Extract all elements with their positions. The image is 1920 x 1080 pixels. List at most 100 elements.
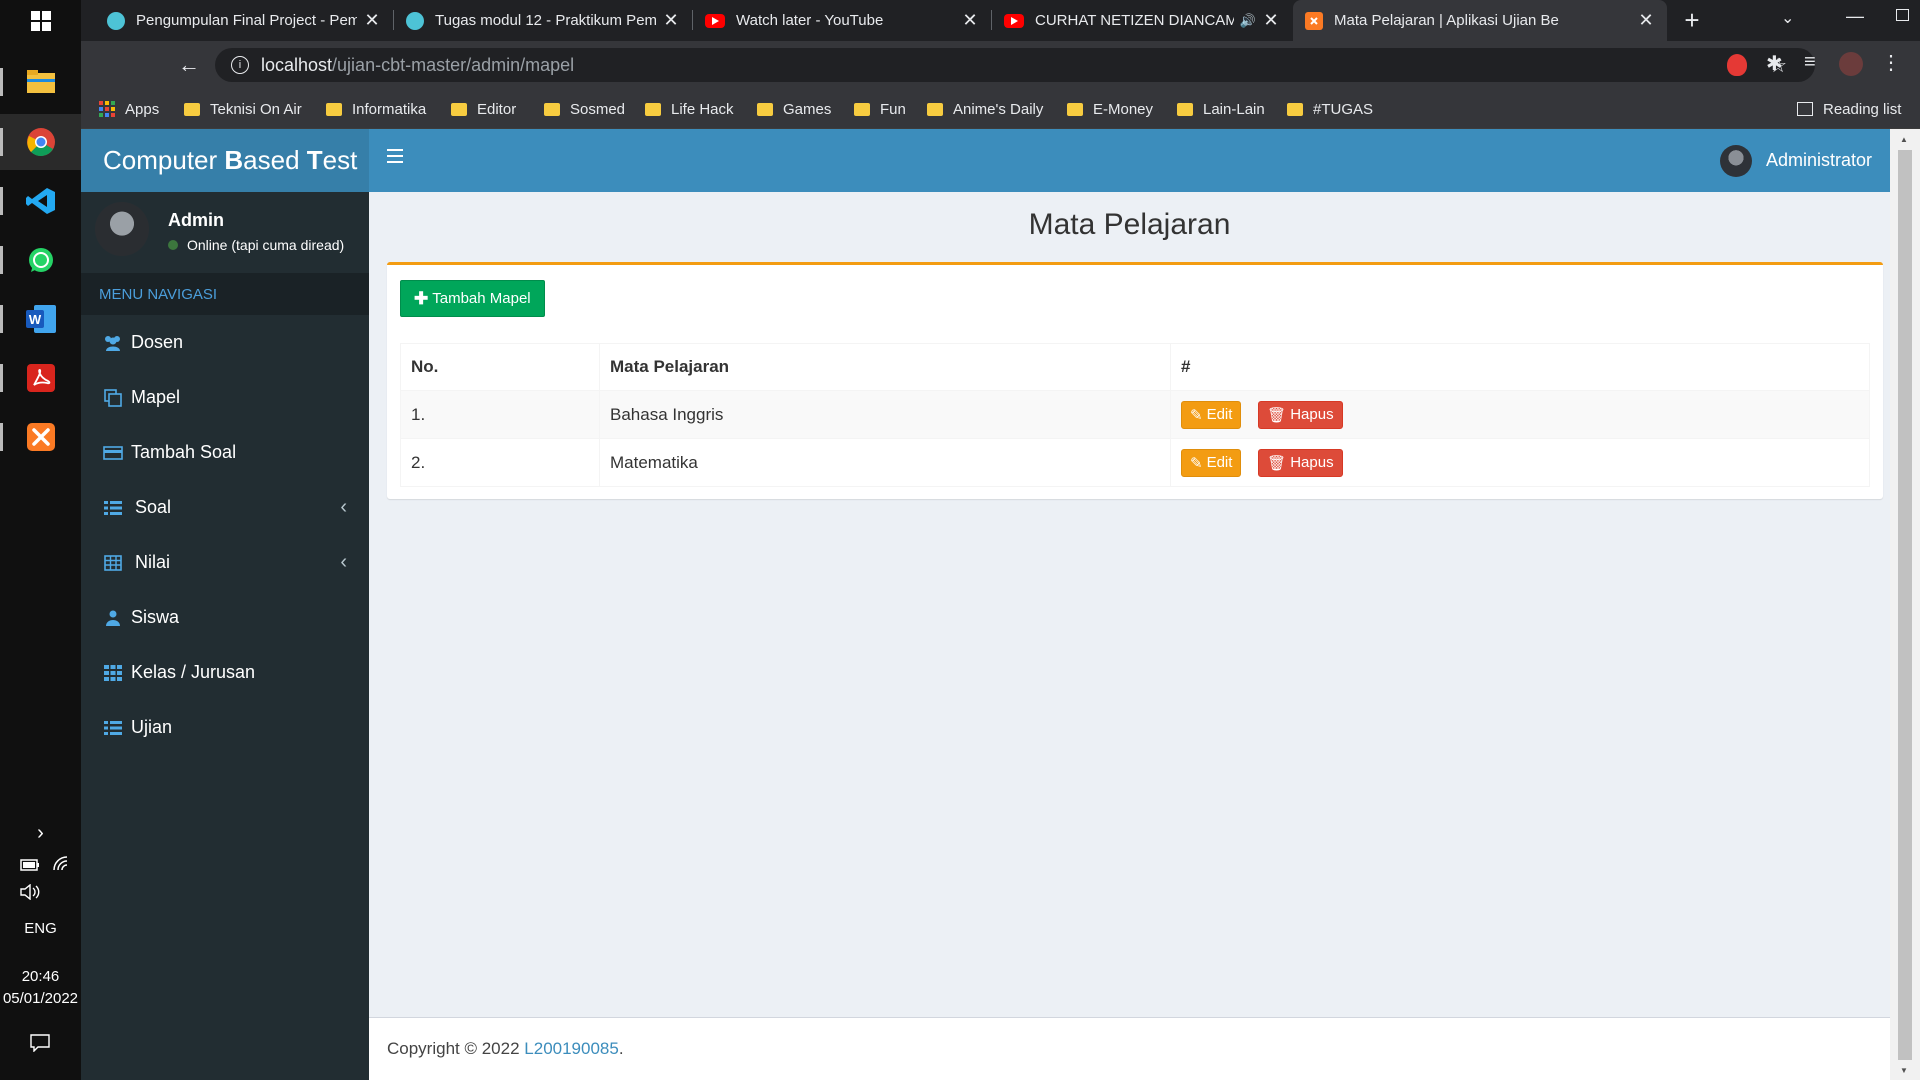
folder-icon bbox=[927, 102, 943, 116]
bookmark-folder[interactable]: Teknisi On Air bbox=[184, 89, 302, 129]
chrome-menu-icon[interactable]: ⋮ bbox=[1881, 50, 1901, 75]
back-arrow-icon[interactable]: ← bbox=[171, 41, 207, 89]
battery-icon[interactable] bbox=[20, 858, 40, 876]
clock-date[interactable]: 05/01/2022 bbox=[0, 990, 81, 1007]
bookmark-label: Apps bbox=[125, 100, 160, 118]
user-menu[interactable]: Administrator bbox=[1719, 129, 1872, 192]
column-header-actions: # bbox=[1170, 343, 1870, 391]
sidebar-item-label: Soal bbox=[135, 497, 172, 517]
scroll-down-arrow-icon[interactable]: ▼ bbox=[1900, 1066, 1908, 1075]
tab-close-icon[interactable]: ✕ bbox=[662, 10, 680, 31]
sidebar-item-siswa[interactable]: Siswa bbox=[81, 590, 369, 645]
taskbar-whatsapp[interactable] bbox=[0, 232, 81, 288]
browser-tab[interactable]: CURHAT NETIZEN DIANCAM 🔊 ✕ bbox=[992, 0, 1292, 41]
bookmark-folder[interactable]: Lain-Lain bbox=[1177, 89, 1265, 129]
page-scrollbar[interactable]: ▲ ▼ bbox=[1890, 129, 1920, 1080]
reload-icon[interactable]: ↻ bbox=[251, 41, 287, 89]
media-control-icon[interactable]: ≡ bbox=[1804, 51, 1816, 74]
folder-icon bbox=[757, 102, 773, 116]
browser-toolbar bbox=[81, 41, 1920, 89]
sidebar-item-mapel[interactable]: Mapel bbox=[81, 370, 369, 425]
browser-tab-active[interactable]: Mata Pelajaran | Aplikasi Ujian Be ✕ bbox=[1293, 0, 1667, 41]
restore-icon[interactable] bbox=[1896, 9, 1909, 21]
user-panel-name: Admin bbox=[168, 210, 224, 230]
delete-button[interactable]: 🗑 Hapus bbox=[1258, 400, 1343, 429]
taskbar-chrome[interactable] bbox=[0, 114, 81, 170]
sidebar-item-soal[interactable]: Soal ‹ bbox=[81, 480, 369, 535]
row-number: 1. bbox=[400, 390, 600, 439]
bookmark-folder[interactable]: #TUGAS bbox=[1287, 89, 1373, 129]
svg-text:W: W bbox=[28, 312, 41, 327]
column-header-no: No. bbox=[400, 343, 600, 391]
sidebar-item-tambah-soal[interactable]: Tambah Soal bbox=[81, 425, 369, 480]
notification-center-icon[interactable] bbox=[30, 1034, 50, 1057]
minimize-icon[interactable]: — bbox=[1846, 6, 1864, 27]
add-mapel-button[interactable]: ✚ Tambah Mapel bbox=[400, 280, 545, 317]
taskbar-word[interactable]: W bbox=[0, 291, 81, 347]
chevron-left-icon: ‹ bbox=[340, 551, 347, 573]
language-indicator[interactable]: ENG bbox=[0, 920, 81, 937]
taskbar-xampp[interactable] bbox=[0, 409, 81, 465]
tab-search-chevron-icon[interactable]: ⌄ bbox=[1781, 8, 1794, 28]
bookmark-folder[interactable]: Sosmed bbox=[544, 89, 625, 129]
taskbar-vscode[interactable] bbox=[0, 173, 81, 229]
clock-time[interactable]: 20:46 bbox=[0, 968, 81, 985]
tab-strip: Pengumpulan Final Project - Pem ✕ Tugas … bbox=[81, 0, 1920, 41]
wifi-icon[interactable] bbox=[52, 855, 70, 876]
scrollbar-thumb[interactable] bbox=[1898, 150, 1912, 1060]
youtube-icon bbox=[1004, 13, 1024, 28]
page-footer: Copyright © 2022 L200190085. bbox=[369, 1017, 1890, 1080]
taskbar-acrobat[interactable] bbox=[0, 350, 81, 406]
scroll-up-arrow-icon[interactable]: ▲ bbox=[1900, 135, 1908, 144]
edit-button[interactable]: ✎ Edit bbox=[1181, 400, 1242, 429]
bookmark-apps[interactable]: Apps bbox=[99, 89, 159, 129]
bookmark-folder[interactable]: E-Money bbox=[1067, 89, 1153, 129]
footer-link[interactable]: L200190085 bbox=[524, 1039, 619, 1059]
windows-start-button[interactable] bbox=[0, 0, 81, 41]
bookmark-label: Informatika bbox=[352, 100, 427, 118]
forward-arrow-icon[interactable]: → bbox=[211, 41, 247, 89]
tab-close-icon[interactable]: ✕ bbox=[1262, 10, 1280, 31]
sidebar-item-nilai[interactable]: Nilai ‹ bbox=[81, 535, 369, 590]
bookmark-folder[interactable]: Anime's Daily bbox=[927, 89, 1043, 129]
app-logo[interactable]: Computer Based Test bbox=[81, 129, 369, 192]
sidebar-item-ujian[interactable]: Ujian bbox=[81, 700, 369, 755]
taskbar-file-explorer[interactable] bbox=[0, 54, 81, 110]
bookmark-folder[interactable]: Games bbox=[757, 89, 831, 129]
reading-list-button[interactable]: Reading list bbox=[1797, 89, 1901, 129]
chrome-window: Pengumpulan Final Project - Pem ✕ Tugas … bbox=[81, 0, 1920, 1080]
moodle-icon bbox=[107, 11, 125, 30]
tab-close-icon[interactable]: ✕ bbox=[363, 10, 381, 31]
folder-icon bbox=[184, 102, 200, 116]
extensions-puzzle-icon[interactable]: ✱ bbox=[1766, 51, 1783, 76]
sidebar-item-dosen[interactable]: Dosen bbox=[81, 315, 369, 370]
bookmark-folder[interactable]: Informatika bbox=[326, 89, 426, 129]
sidebar-toggle-icon[interactable] bbox=[387, 149, 403, 163]
new-tab-plus-icon[interactable]: + bbox=[1678, 5, 1706, 35]
browser-tab[interactable]: Pengumpulan Final Project - Pem ✕ bbox=[95, 0, 393, 41]
extension-adblock-icon[interactable] bbox=[1727, 54, 1747, 76]
tab-close-icon[interactable]: ✕ bbox=[961, 10, 979, 31]
delete-button[interactable]: 🗑 Hapus bbox=[1258, 448, 1343, 477]
folder-icon bbox=[26, 70, 55, 93]
edit-button[interactable]: ✎ Edit bbox=[1181, 448, 1242, 477]
bookmark-folder[interactable]: Fun bbox=[854, 89, 906, 129]
volume-icon[interactable] bbox=[20, 883, 42, 905]
logo-text-est: est bbox=[322, 145, 358, 175]
bookmark-folder[interactable]: Life Hack bbox=[645, 89, 734, 129]
content-area: Mata Pelajaran ✚ Tambah Mapel No. Mata P… bbox=[369, 192, 1890, 1017]
tab-close-icon[interactable]: ✕ bbox=[1637, 10, 1655, 31]
bookmark-label: Lain-Lain bbox=[1203, 100, 1265, 118]
profile-avatar-icon[interactable] bbox=[1839, 52, 1863, 76]
sidebar-item-label: Ujian bbox=[131, 717, 173, 737]
tab-audio-playing-icon[interactable]: 🔊 bbox=[1240, 13, 1256, 29]
avatar bbox=[95, 202, 149, 256]
youtube-icon bbox=[705, 13, 725, 28]
bookmark-folder[interactable]: Editor bbox=[451, 89, 516, 129]
sidebar-item-kelas-jurusan[interactable]: Kelas / Jurusan bbox=[81, 645, 369, 700]
show-hidden-icons-chevron-icon[interactable]: › bbox=[0, 822, 81, 845]
browser-tab[interactable]: Watch later - YouTube ✕ bbox=[693, 0, 991, 41]
browser-tab[interactable]: Tugas modul 12 - Praktikum Pem ✕ bbox=[394, 0, 692, 41]
page-viewport: Computer Based Test Administrator Admin … bbox=[81, 129, 1920, 1080]
xampp-icon bbox=[26, 423, 55, 451]
